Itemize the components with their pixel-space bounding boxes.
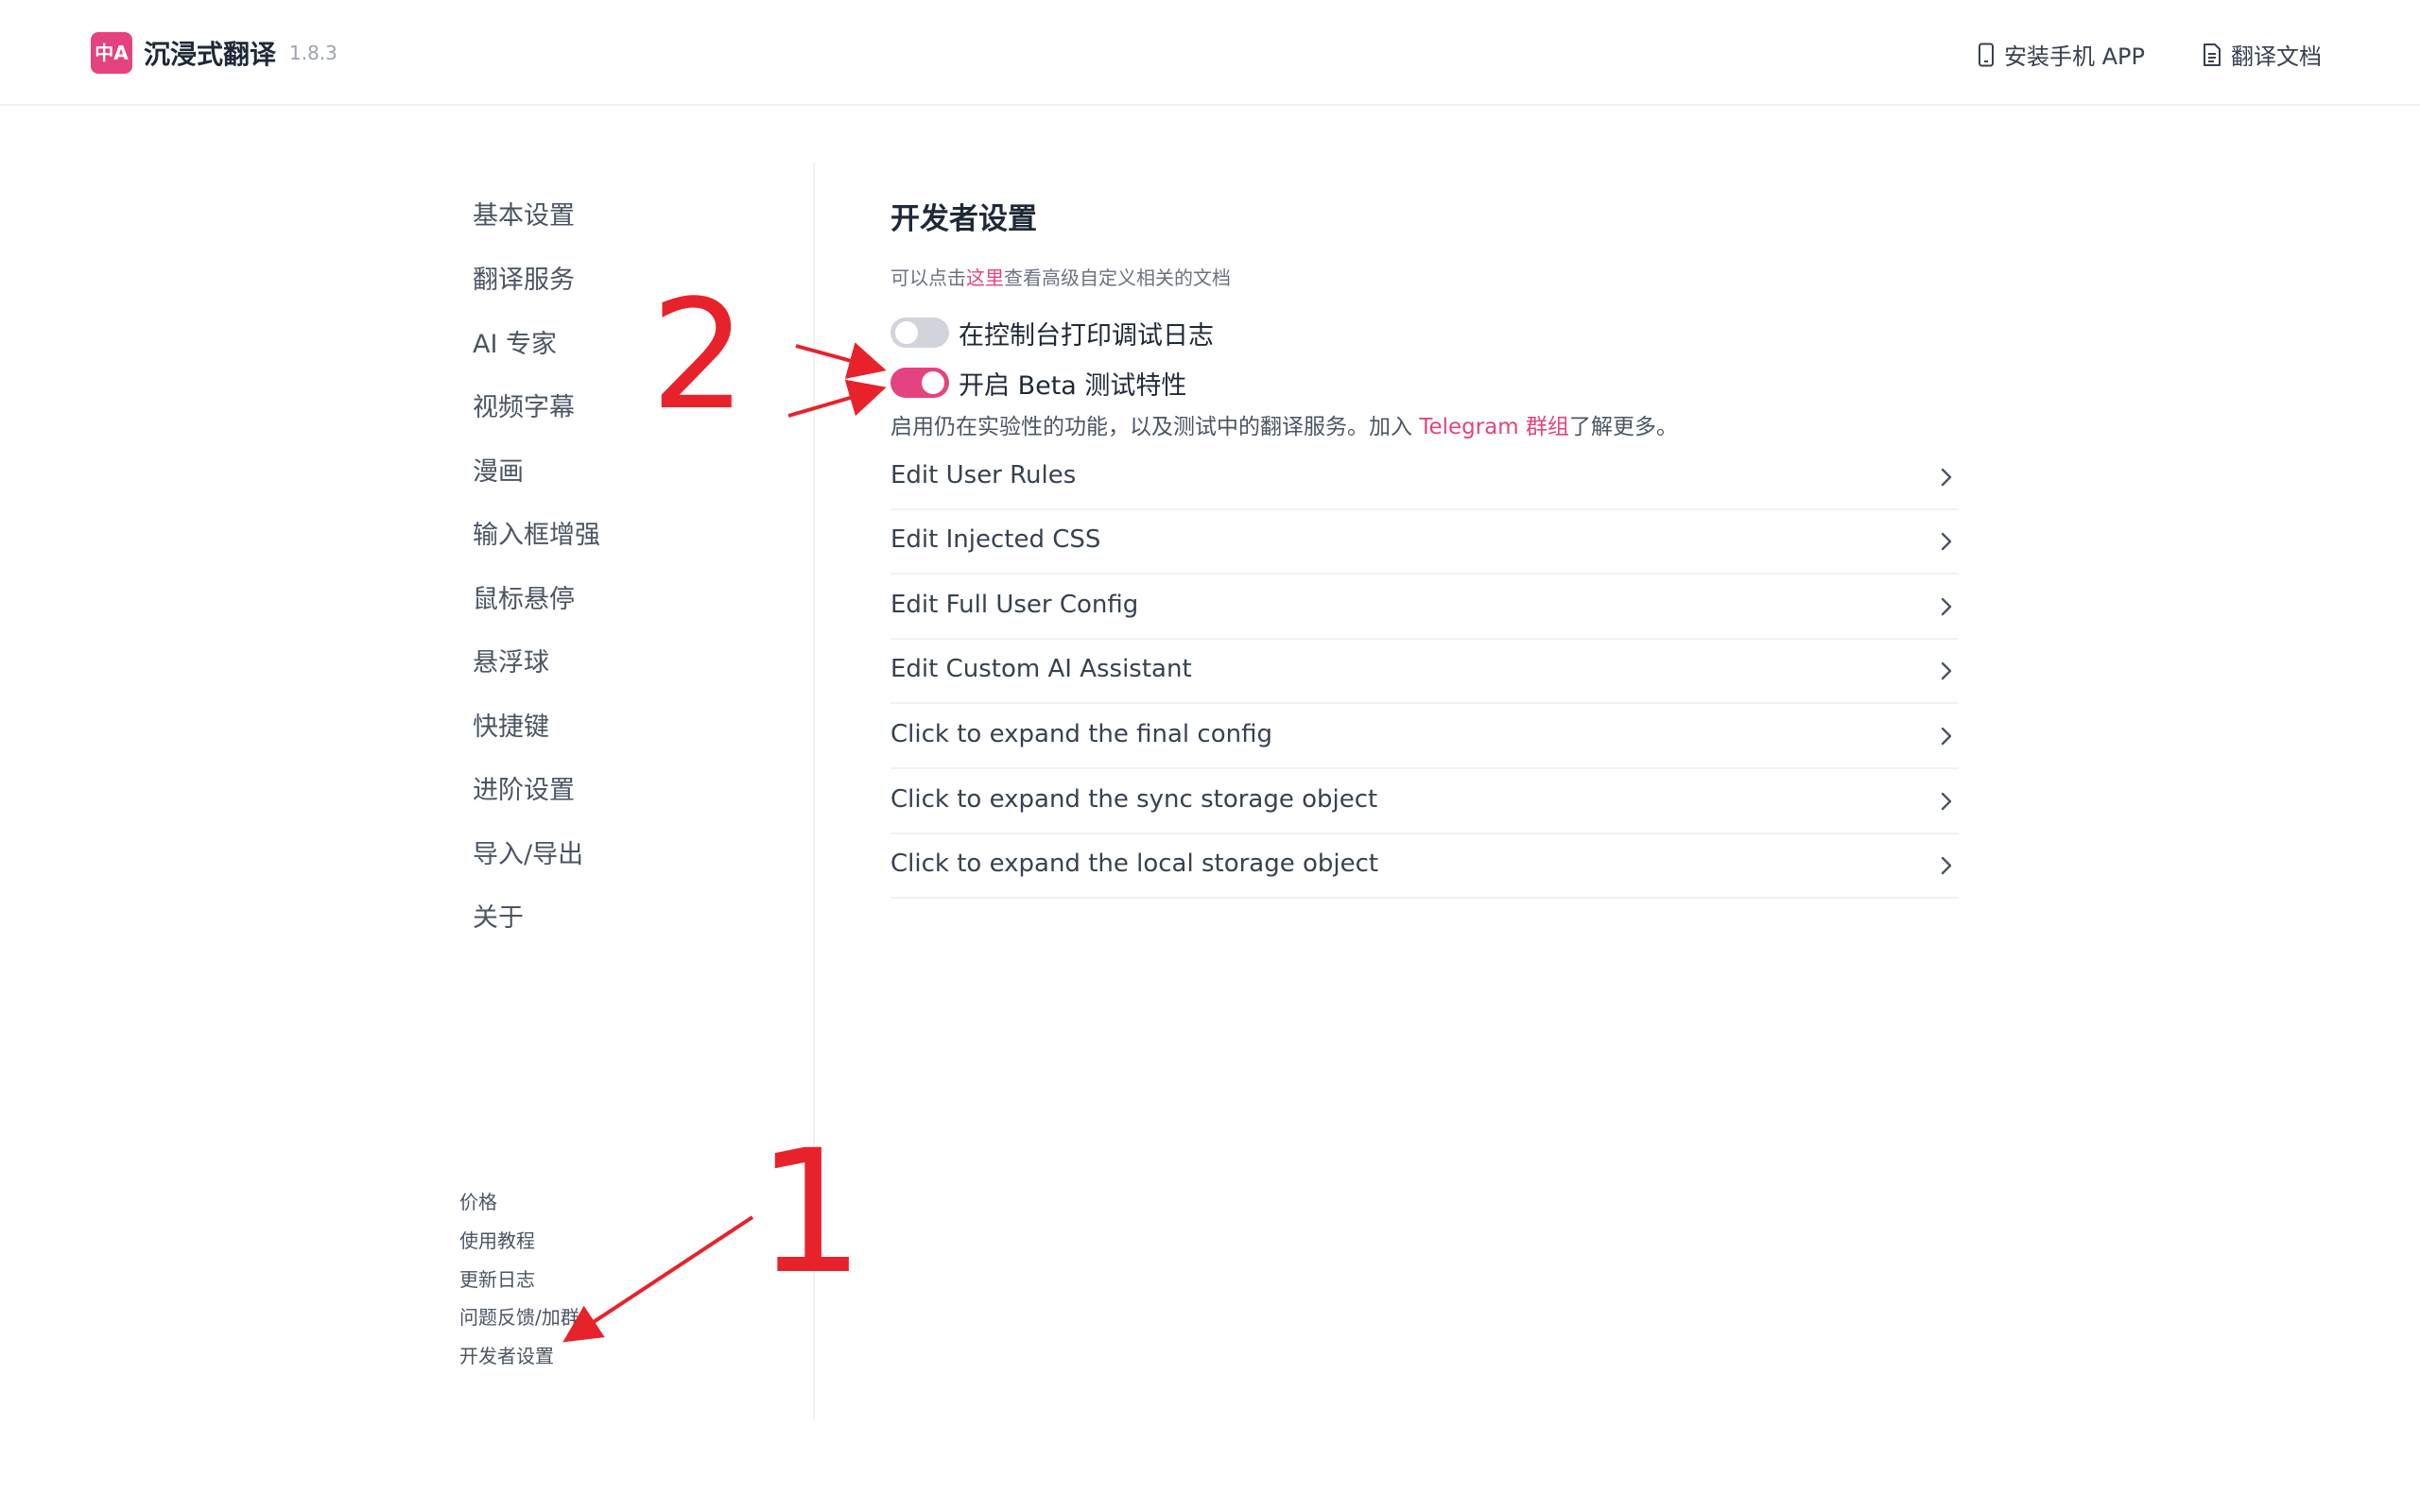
sidebar-item-ai-expert[interactable]: AI 专家 — [473, 323, 557, 360]
beta-desc-prefix: 启用仍在实验性的功能，以及测试中的翻译服务。加入 — [890, 415, 1420, 439]
chevron-right-icon — [1941, 597, 1952, 616]
row-label: Click to expand the local storage object — [890, 850, 1379, 878]
sidebar-item-advanced-settings[interactable]: 进阶设置 — [473, 769, 575, 806]
chevron-right-icon — [1941, 662, 1952, 680]
document-icon — [2204, 43, 2221, 66]
row-expand-final-config[interactable]: Click to expand the final config — [890, 705, 1959, 769]
sidebar-item-input-enhance[interactable]: 输入框增强 — [473, 514, 600, 551]
sidebar-item-mouse-hover[interactable]: 鼠标悬停 — [473, 578, 575, 615]
row-expand-sync-storage[interactable]: Click to expand the sync storage object — [890, 770, 1959, 834]
footer-link-changelog[interactable]: 更新日志 — [459, 1264, 535, 1292]
arrow-to-developer-settings — [562, 1215, 754, 1343]
row-label: Click to expand the final config — [890, 720, 1272, 748]
sidebar-item-floating-ball[interactable]: 悬浮球 — [473, 642, 549, 679]
sidebar-item-translation-services[interactable]: 翻译服务 — [473, 259, 575, 296]
annotation-number-2: 2 — [650, 266, 747, 443]
install-app-label: 安装手机 APP — [2004, 43, 2145, 70]
chevron-right-icon — [1941, 468, 1952, 487]
toggle-knob — [922, 371, 944, 394]
beta-features-label: 开启 Beta 测试特性 — [959, 371, 1187, 401]
footer-link-feedback[interactable]: 问题反馈/加群 — [459, 1302, 579, 1330]
chevron-right-icon — [1941, 856, 1952, 875]
row-edit-full-user-config[interactable]: Edit Full User Config — [890, 576, 1959, 640]
row-edit-injected-css[interactable]: Edit Injected CSS — [890, 510, 1959, 575]
arrow-to-debug-toggle — [795, 342, 887, 379]
sidebar-item-import-export[interactable]: 导入/导出 — [473, 833, 583, 870]
arrow-to-beta-toggle — [787, 379, 887, 418]
top-header: 中A 沉浸式翻译 1.8.3 安装手机 APP 翻译文档 — [0, 0, 2420, 106]
debug-log-label: 在控制台打印调试日志 — [959, 321, 1214, 351]
beta-features-toggle[interactable] — [890, 368, 949, 398]
subtitle-prefix: 可以点击 — [890, 266, 966, 289]
app-logo-icon: 中A — [91, 32, 132, 74]
beta-desc-suffix: 了解更多。 — [1569, 415, 1679, 439]
row-expand-local-storage[interactable]: Click to expand the local storage object — [890, 834, 1959, 899]
chevron-right-icon — [1941, 727, 1952, 746]
footer-link-developer-settings[interactable]: 开发者设置 — [459, 1341, 554, 1368]
sidebar-item-basic-settings[interactable]: 基本设置 — [473, 195, 575, 232]
annotation-number-1: 1 — [756, 1114, 865, 1312]
row-label: Edit Custom AI Assistant — [890, 655, 1192, 683]
row-label: Edit Full User Config — [890, 591, 1139, 619]
beta-description: 启用仍在实验性的功能，以及测试中的翻译服务。加入 Telegram 群组了解更多… — [890, 408, 1678, 440]
toggle-knob — [895, 321, 918, 344]
chevron-right-icon — [1941, 532, 1952, 551]
app-name: 沉浸式翻译 — [144, 39, 277, 70]
app-version: 1.8.3 — [289, 42, 337, 64]
subtitle-suffix: 查看高级自定义相关的文档 — [1004, 266, 1231, 289]
sidebar-item-manga[interactable]: 漫画 — [473, 451, 524, 488]
row-label: Click to expand the sync storage object — [890, 785, 1378, 814]
row-edit-custom-ai-assistant[interactable]: Edit Custom AI Assistant — [890, 640, 1959, 704]
mobile-phone-icon — [1979, 43, 1994, 66]
install-app-link[interactable]: 安装手机 APP — [1978, 38, 2145, 71]
row-label: Edit Injected CSS — [890, 525, 1101, 554]
footer-link-pricing[interactable]: 价格 — [459, 1187, 497, 1214]
row-edit-user-rules[interactable]: Edit User Rules — [890, 446, 1959, 510]
row-label: Edit User Rules — [890, 461, 1077, 490]
docs-label: 翻译文档 — [2231, 43, 2322, 70]
docs-here-link[interactable]: 这里 — [966, 266, 1004, 289]
sidebar-item-video-subtitles[interactable]: 视频字幕 — [473, 387, 575, 423]
telegram-group-link[interactable]: Telegram 群组 — [1419, 415, 1569, 439]
page-title: 开发者设置 — [890, 202, 1037, 236]
docs-link[interactable]: 翻译文档 — [2203, 38, 2322, 71]
footer-link-tutorial[interactable]: 使用教程 — [459, 1226, 535, 1253]
debug-log-toggle[interactable] — [890, 318, 949, 348]
sidebar-item-shortcuts[interactable]: 快捷键 — [473, 706, 549, 743]
page-subtitle: 可以点击这里查看高级自定义相关的文档 — [890, 263, 1231, 290]
sidebar-item-about[interactable]: 关于 — [473, 897, 524, 934]
chevron-right-icon — [1941, 792, 1952, 811]
